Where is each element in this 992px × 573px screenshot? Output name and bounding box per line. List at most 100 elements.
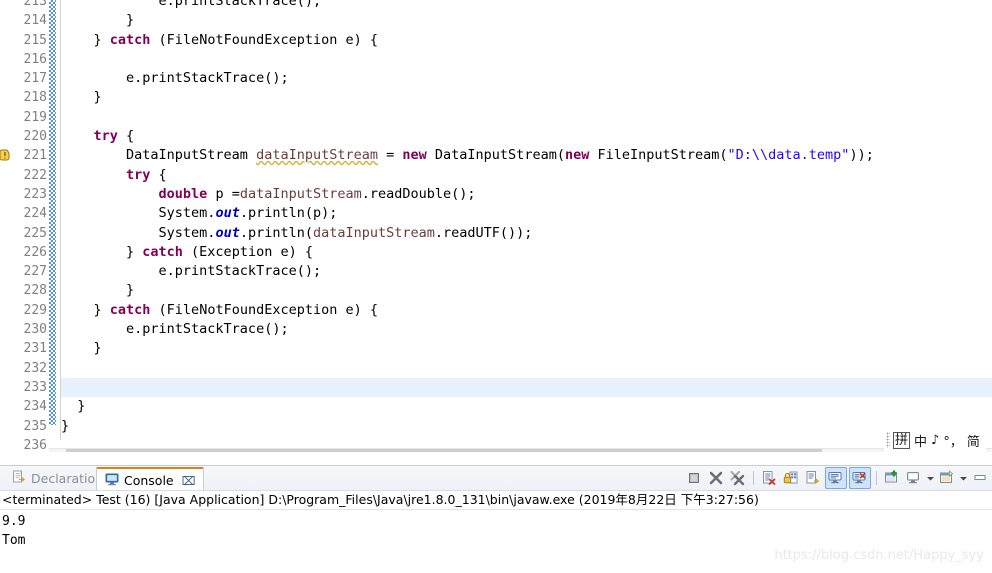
close-icon[interactable]: ⌧ xyxy=(182,474,196,488)
tab-console[interactable]: Console ⌧ xyxy=(96,467,205,492)
word-wrap-button[interactable] xyxy=(803,468,823,488)
code-text-area[interactable]: e.printStackTrace(); } } catch (FileNotF… xyxy=(61,0,992,440)
code-line[interactable] xyxy=(61,359,992,378)
code-token: (Exception e) { xyxy=(182,243,313,260)
code-line[interactable]: System.out.println(dataInputStream.readU… xyxy=(61,224,992,243)
ime-punctuation-toggle[interactable]: °， xyxy=(943,431,963,450)
folding-range-indicator xyxy=(49,0,56,425)
code-line[interactable] xyxy=(61,108,992,127)
code-line[interactable] xyxy=(61,50,992,69)
console-view-toolbar xyxy=(684,466,990,490)
toolbar-separator xyxy=(753,471,754,485)
editor-horizontal-scrollbar[interactable]: ‹ › xyxy=(49,448,992,452)
code-line[interactable]: e.printStackTrace(); xyxy=(61,262,992,281)
ime-script-toggle[interactable]: 简 xyxy=(967,431,980,450)
display-selected-console-button[interactable] xyxy=(904,468,924,488)
line-number: 229 xyxy=(23,302,47,318)
code-line[interactable]: } catch (FileNotFoundException e) { xyxy=(61,31,992,50)
watermark: https://blog.csdn.net/Happy_syy xyxy=(774,548,984,563)
line-number: 218 xyxy=(23,90,47,106)
ime-input-mode-button[interactable]: 拼 xyxy=(893,431,911,449)
view-tab-strip: Declaration Console ⌧ xyxy=(0,465,992,492)
code-line[interactable]: System.out.println(p); xyxy=(61,204,992,223)
show-console-on-error-button[interactable] xyxy=(849,467,871,489)
clear-console-button[interactable] xyxy=(759,468,779,488)
code-line[interactable]: double p =dataInputStream.readDouble(); xyxy=(61,185,992,204)
folding-bar[interactable] xyxy=(49,0,60,440)
ime-drag-handle[interactable] xyxy=(886,432,890,448)
chevron-down-icon[interactable] xyxy=(926,468,935,488)
ime-floating-bar[interactable]: 拼 中 ♪ °， 简 xyxy=(884,428,986,452)
toolbar-separator-2 xyxy=(876,471,877,485)
code-token: double xyxy=(158,185,208,202)
code-line[interactable]: } catch (Exception e) { xyxy=(61,243,992,262)
code-token: e.printStackTrace(); xyxy=(61,321,289,338)
code-line[interactable]: } xyxy=(61,339,992,358)
code-token: DataInputStream( xyxy=(426,147,565,164)
code-line[interactable]: } xyxy=(61,281,992,300)
code-line[interactable] xyxy=(61,377,992,398)
console-icon xyxy=(105,472,119,489)
line-number: 215 xyxy=(23,32,47,48)
code-line[interactable] xyxy=(61,436,992,440)
code-token: .println(p); xyxy=(239,205,338,222)
code-line[interactable]: } catch (FileNotFoundException e) { xyxy=(61,301,992,320)
line-number: 232 xyxy=(23,360,47,376)
code-line[interactable]: e.printStackTrace(); xyxy=(61,69,992,88)
code-line[interactable]: } xyxy=(61,397,992,416)
ime-moon-icon[interactable]: ♪ xyxy=(931,433,939,448)
tab-declaration-label: Declaration xyxy=(31,471,104,486)
console-header-divider xyxy=(0,509,992,510)
code-token: try xyxy=(93,128,118,145)
code-line[interactable]: e.printStackTrace(); xyxy=(61,0,992,11)
line-number: 224 xyxy=(23,206,47,222)
code-token: } xyxy=(61,31,110,48)
code-line[interactable]: e.printStackTrace(); xyxy=(61,320,992,339)
scrollbar-thumb[interactable] xyxy=(66,449,822,452)
code-token: } xyxy=(61,301,110,318)
terminate-button[interactable] xyxy=(684,468,704,488)
code-token: } xyxy=(61,243,143,260)
line-number: 230 xyxy=(23,322,47,338)
code-token: dataInputStream xyxy=(256,147,378,164)
code-line[interactable]: } xyxy=(61,11,992,30)
code-line[interactable]: try { xyxy=(61,166,992,185)
line-number: 225 xyxy=(23,225,47,241)
code-token: System. xyxy=(61,205,216,222)
scroll-lock-button[interactable] xyxy=(781,468,801,488)
code-editor[interactable]: 213 214 215 216 217 218 219 220 221 222 223 224 225 2… xyxy=(0,0,992,452)
code-token: } xyxy=(61,89,102,106)
code-line[interactable]: } xyxy=(61,417,992,436)
ime-language-toggle[interactable]: 中 xyxy=(914,431,927,450)
code-token: { xyxy=(117,128,135,145)
code-token: e.printStackTrace(); xyxy=(61,70,289,87)
line-number: 221 xyxy=(23,148,47,164)
code-token: dataInputStream xyxy=(239,185,362,202)
scroll-left-arrow-icon[interactable]: ‹ xyxy=(49,449,66,453)
line-number: 234 xyxy=(23,399,47,415)
line-number: 219 xyxy=(23,109,47,125)
code-token: DataInputStream xyxy=(61,147,257,164)
code-token: catch xyxy=(109,301,151,318)
open-console-button[interactable] xyxy=(937,468,957,488)
remove-launch-button[interactable] xyxy=(706,468,726,488)
annotation-ruler[interactable] xyxy=(0,0,10,440)
code-line[interactable]: } xyxy=(61,88,992,107)
code-token: out xyxy=(215,224,240,241)
tab-console-label: Console xyxy=(124,473,174,488)
chevron-down-icon-2[interactable] xyxy=(959,468,968,488)
line-number: 226 xyxy=(23,244,47,260)
remove-all-terminated-button[interactable] xyxy=(728,468,748,488)
code-line[interactable]: try { xyxy=(61,127,992,146)
console-output-area[interactable]: <terminated> Test (16) [Java Application… xyxy=(0,490,992,573)
code-token: dataInputStream xyxy=(312,224,435,241)
pin-console-button[interactable] xyxy=(882,468,902,488)
line-number: 231 xyxy=(23,341,47,357)
code-token: )); xyxy=(849,147,874,164)
minimize-button[interactable] xyxy=(970,468,990,488)
show-console-on-output-button[interactable] xyxy=(825,467,847,489)
code-token: new xyxy=(402,147,427,164)
code-line[interactable]: DataInputStream dataInputStream = new Da… xyxy=(61,146,992,165)
code-token: catch xyxy=(142,243,183,260)
